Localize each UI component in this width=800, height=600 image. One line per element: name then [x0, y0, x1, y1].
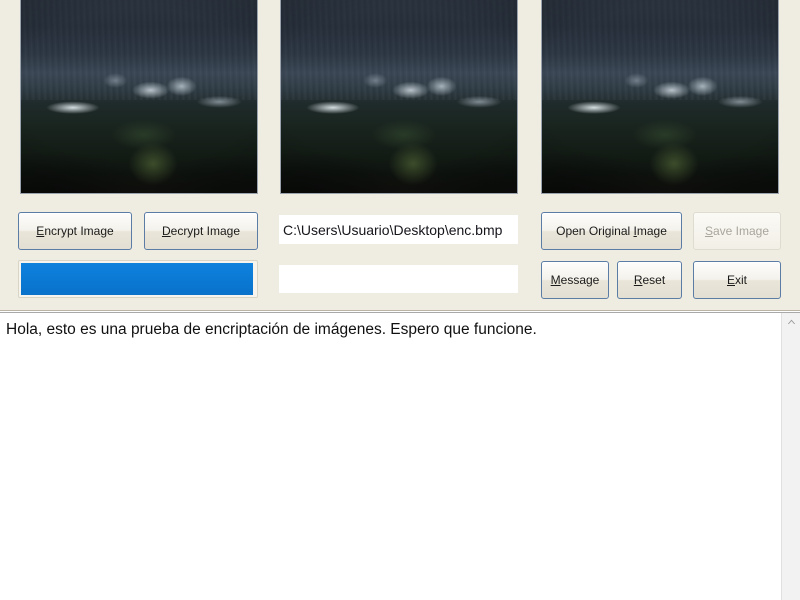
encrypt-image-button[interactable]: Encrypt Image: [18, 212, 132, 250]
exit-button[interactable]: Exit: [693, 261, 781, 299]
open-original-image-button[interactable]: Open Original Image: [541, 212, 682, 250]
progress-bar: [18, 260, 258, 298]
encrypted-image-preview[interactable]: [280, 0, 518, 194]
message-button-label: Message: [550, 273, 600, 287]
exit-button-label: Exit: [726, 273, 747, 287]
encrypt-image-button-label: Encrypt Image: [36, 224, 114, 238]
decrypted-image-preview[interactable]: [541, 0, 779, 194]
output-textarea[interactable]: Hola, esto es una prueba de encriptación…: [0, 312, 800, 600]
message-button[interactable]: Message: [541, 261, 609, 299]
output-text: Hola, esto es una prueba de encriptación…: [0, 313, 781, 600]
reset-button[interactable]: Reset: [617, 261, 682, 299]
save-image-button-label: Save Image: [704, 224, 770, 238]
chevron-up-icon[interactable]: [782, 313, 800, 331]
decrypted-image-vignette: [542, 0, 778, 193]
reset-button-label: Reset: [633, 273, 666, 287]
decrypt-image-button[interactable]: Decrypt Image: [144, 212, 258, 250]
image-path-input[interactable]: [279, 215, 518, 244]
encrypted-image-vignette: [281, 0, 517, 193]
application-window: Encrypt Image Decrypt Image Open Origina…: [0, 0, 800, 600]
original-image-preview[interactable]: [20, 0, 258, 194]
control-panel: Encrypt Image Decrypt Image Open Origina…: [0, 0, 800, 311]
original-image-vignette: [21, 0, 257, 193]
decrypt-image-button-label: Decrypt Image: [161, 224, 241, 238]
open-original-image-button-label: Open Original Image: [556, 224, 667, 238]
output-scrollbar[interactable]: [781, 313, 800, 600]
save-image-button[interactable]: Save Image: [693, 212, 781, 250]
message-input[interactable]: [279, 265, 518, 293]
progress-bar-fill: [21, 263, 253, 295]
